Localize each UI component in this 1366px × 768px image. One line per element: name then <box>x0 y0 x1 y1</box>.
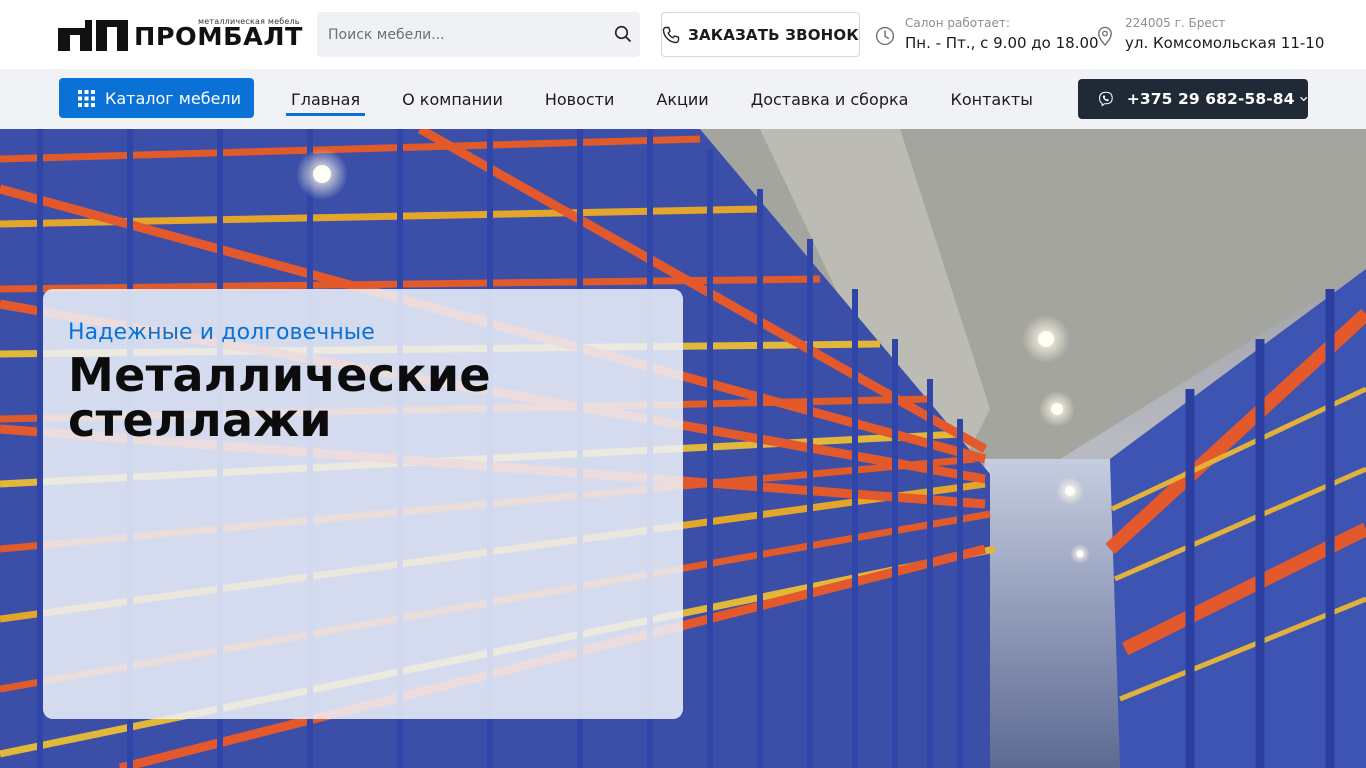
hours-caption: Салон работает: <box>905 16 1010 30</box>
grid-icon <box>78 89 95 107</box>
search-box <box>317 12 640 57</box>
nav-item-news[interactable]: Новости <box>524 69 636 129</box>
nav-item-promotions[interactable]: Акции <box>635 69 729 129</box>
hero-subtitle: Надежные и долговечные <box>68 320 375 345</box>
callback-button[interactable]: ЗАКАЗАТЬ ЗВОНОК <box>661 12 860 57</box>
nav-item-home[interactable]: Главная <box>270 69 381 129</box>
hours-value: Пн. - Пт., с 9.00 до 18.00 <box>905 34 1099 52</box>
phone-dropdown-button[interactable]: +375 29 682-58-84 <box>1078 79 1308 119</box>
logo-wordmark: ПРОМБАЛТ <box>134 22 303 51</box>
hero-title: Металлические стеллажи <box>68 348 491 447</box>
nav-item-about[interactable]: О компании <box>381 69 524 129</box>
nav-menu: Главная О компании Новости Акции Доставк… <box>270 69 1054 129</box>
address-caption: 224005 г. Брест <box>1125 16 1226 30</box>
logo[interactable]: металлическая мебель ПРОМБАЛТ <box>58 17 302 53</box>
logo-mark-icon <box>58 20 128 51</box>
catalog-button[interactable]: Каталог мебели <box>59 78 254 118</box>
chevron-down-icon <box>1299 96 1307 102</box>
phone-number: +375 29 682-58-84 <box>1126 90 1295 108</box>
main-nav: Каталог мебели Главная О компании Новост… <box>0 69 1366 129</box>
top-header: металлическая мебель ПРОМБАЛТ ЗАКАЗАТЬ З… <box>0 0 1366 69</box>
phone-icon <box>662 26 680 43</box>
nav-item-contacts[interactable]: Контакты <box>929 69 1053 129</box>
viber-icon <box>1099 91 1113 107</box>
nav-item-delivery[interactable]: Доставка и сборка <box>730 69 930 129</box>
address: 224005 г. Брест ул. Комсомольская 11-10 <box>1095 15 1324 55</box>
search-input[interactable] <box>317 26 597 43</box>
address-value: ул. Комсомольская 11-10 <box>1125 34 1325 52</box>
hero-banner: Надежные и долговечные Металлические сте… <box>0 129 1366 768</box>
clock-icon <box>875 26 895 46</box>
location-pin-icon <box>1098 26 1112 46</box>
hero-card: Надежные и долговечные Металлические сте… <box>43 289 683 719</box>
working-hours: Салон работает: Пн. - Пт., с 9.00 до 18.… <box>875 15 1099 55</box>
search-icon[interactable] <box>614 25 632 43</box>
callback-label: ЗАКАЗАТЬ ЗВОНОК <box>688 25 859 44</box>
catalog-label: Каталог мебели <box>105 88 242 108</box>
